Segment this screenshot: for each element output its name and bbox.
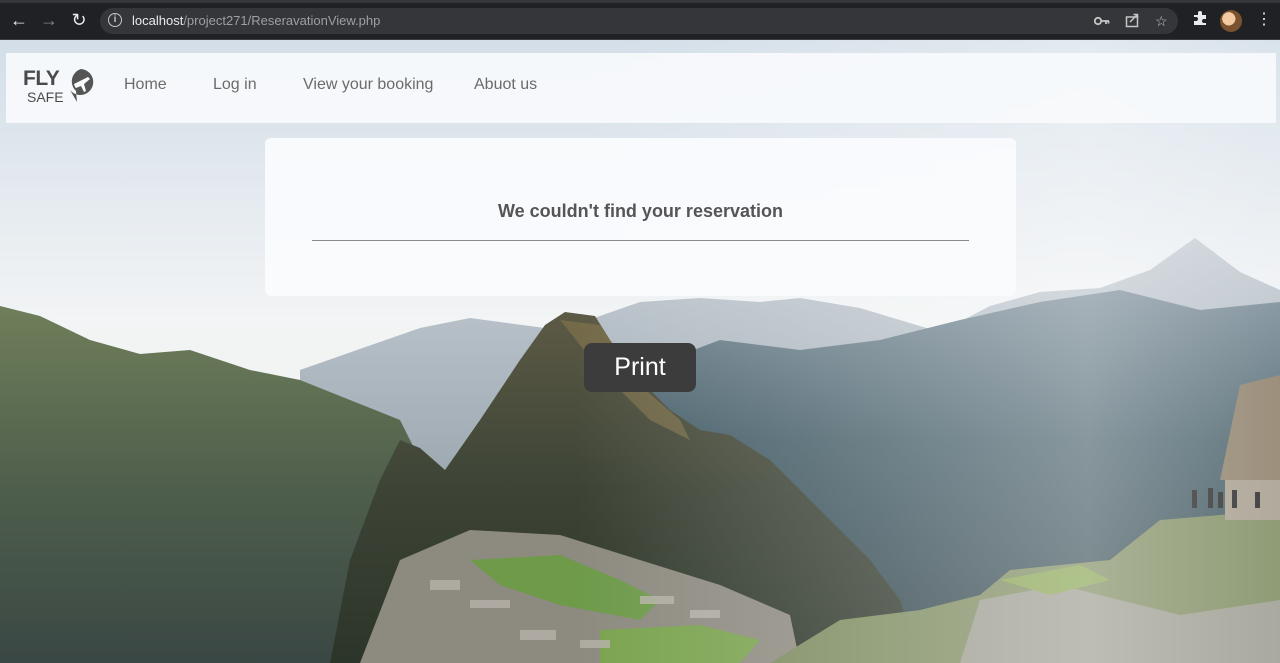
browser-menu-icon[interactable]: ⋮ (1256, 9, 1272, 31)
nav-link-view-booking[interactable]: View your booking (303, 76, 433, 94)
print-button[interactable]: Print (584, 343, 696, 392)
divider (312, 240, 969, 241)
url-host: localhost (132, 13, 184, 28)
page-viewport: FLY SAFE Home Log in View your booking A… (0, 40, 1280, 663)
extensions-puzzle-icon[interactable] (1192, 10, 1208, 32)
back-arrow-icon[interactable]: ← (8, 9, 30, 31)
nav-link-home[interactable]: Home (124, 76, 167, 94)
fly-safe-logo[interactable]: FLY SAFE (23, 65, 97, 111)
url-text[interactable]: localhost/project271/ReseravationView.ph… (132, 13, 380, 28)
nav-link-login[interactable]: Log in (213, 76, 257, 94)
airplane-logo-icon (70, 69, 94, 102)
info-icon[interactable]: i (108, 13, 122, 27)
url-path: /project271/ReseravationView.php (183, 13, 381, 28)
not-found-message: We couldn't find your reservation (498, 201, 783, 221)
tab-strip (0, 0, 1280, 3)
browser-toolbar: ← → ↻ i localhost/project271/Reseravatio… (0, 0, 1280, 40)
forward-arrow-icon[interactable]: → (38, 9, 60, 31)
logo-text-safe: SAFE (27, 89, 64, 105)
address-bar[interactable]: i localhost/project271/ReseravationView.… (100, 8, 1178, 34)
share-icon[interactable] (1125, 13, 1140, 28)
profile-avatar[interactable] (1220, 10, 1242, 32)
key-icon[interactable] (1094, 14, 1110, 28)
site-navbar: FLY SAFE Home Log in View your booking A… (6, 53, 1276, 123)
bookmark-star-icon[interactable]: ☆ (1155, 12, 1168, 30)
logo-text-fly: FLY (23, 67, 60, 90)
nav-link-about-us[interactable]: Abuot us (474, 76, 537, 94)
reload-icon[interactable]: ↻ (68, 9, 90, 31)
reservation-message-card: We couldn't find your reservation (265, 138, 1016, 296)
